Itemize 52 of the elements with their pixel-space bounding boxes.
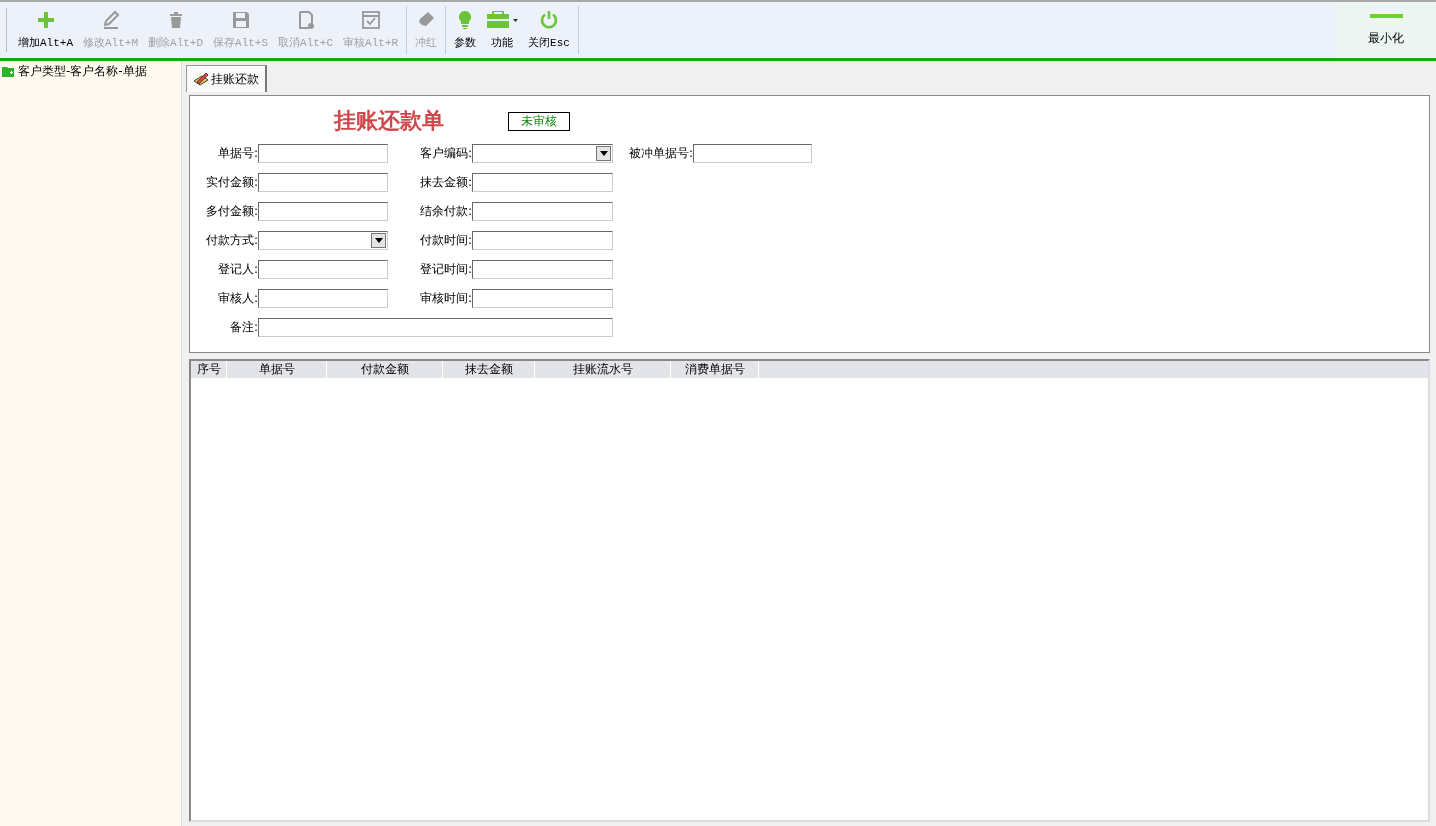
- input-field[interactable]: [472, 260, 613, 279]
- form-title: 挂账还款单: [334, 107, 444, 135]
- caret-icon: [371, 233, 386, 248]
- field-label: 备注:: [228, 319, 258, 336]
- power-icon: [539, 10, 559, 30]
- field-label: 结余付款:: [418, 203, 472, 220]
- field-label: 单据号:: [216, 145, 258, 162]
- input-field[interactable]: [258, 173, 388, 192]
- field-label: 客户编码:: [418, 145, 472, 162]
- status-label: 未审核: [508, 111, 570, 131]
- column-header[interactable]: 序号: [191, 361, 227, 378]
- field-label: 抹去金额:: [418, 174, 472, 191]
- input-field[interactable]: [693, 144, 812, 163]
- input-field[interactable]: [472, 289, 613, 308]
- column-header[interactable]: 抹去金额: [443, 361, 535, 378]
- input-field[interactable]: [472, 202, 613, 221]
- column-header[interactable]: 付款金额: [327, 361, 443, 378]
- checked-window-icon: [360, 10, 381, 30]
- field-label: 付款时间:: [418, 232, 472, 249]
- input-field[interactable]: [258, 289, 388, 308]
- field-label: 付款方式:: [204, 232, 258, 249]
- field-label: 被冲单据号:: [627, 145, 693, 162]
- dropdown-field[interactable]: [472, 144, 613, 163]
- column-header[interactable]: 单据号: [227, 361, 327, 378]
- input-field[interactable]: [258, 202, 388, 221]
- column-header[interactable]: 挂账流水号: [535, 361, 671, 378]
- caret-icon: [596, 146, 611, 161]
- input-field[interactable]: [472, 231, 613, 250]
- tab[interactable]: 挂账还款: [186, 65, 267, 92]
- dropdown-field[interactable]: [258, 231, 388, 250]
- toolbar-button[interactable]: 参数: [449, 2, 482, 58]
- field-label: 多付金额:: [204, 203, 258, 220]
- plus-icon: [35, 10, 56, 30]
- input-field[interactable]: [472, 173, 613, 192]
- toolbar-button[interactable]: 增加Alt+A: [13, 2, 78, 58]
- input-field[interactable]: [258, 318, 613, 337]
- minimize-button[interactable]: 最小化: [1336, 2, 1436, 58]
- input-field[interactable]: [258, 260, 388, 279]
- field-label: 实付金额:: [204, 174, 258, 191]
- field-label: 审核人:: [216, 290, 258, 307]
- field-label: 登记时间:: [418, 261, 472, 278]
- input-field[interactable]: [258, 144, 388, 163]
- column-header[interactable]: 消费单据号: [671, 361, 759, 378]
- field-label: 审核时间:: [418, 290, 472, 307]
- folder-icon: [2, 66, 14, 77]
- briefcase-icon: [486, 10, 519, 30]
- tree-item[interactable]: 客户类型-客户名称-单据: [0, 61, 181, 82]
- toolbar-button[interactable]: 关闭Esc: [523, 2, 575, 58]
- field-label: 登记人:: [216, 261, 258, 278]
- toolbar-button[interactable]: 功能: [481, 2, 524, 58]
- pencil-notepad-icon: [193, 72, 209, 86]
- floppy-icon: [230, 10, 251, 30]
